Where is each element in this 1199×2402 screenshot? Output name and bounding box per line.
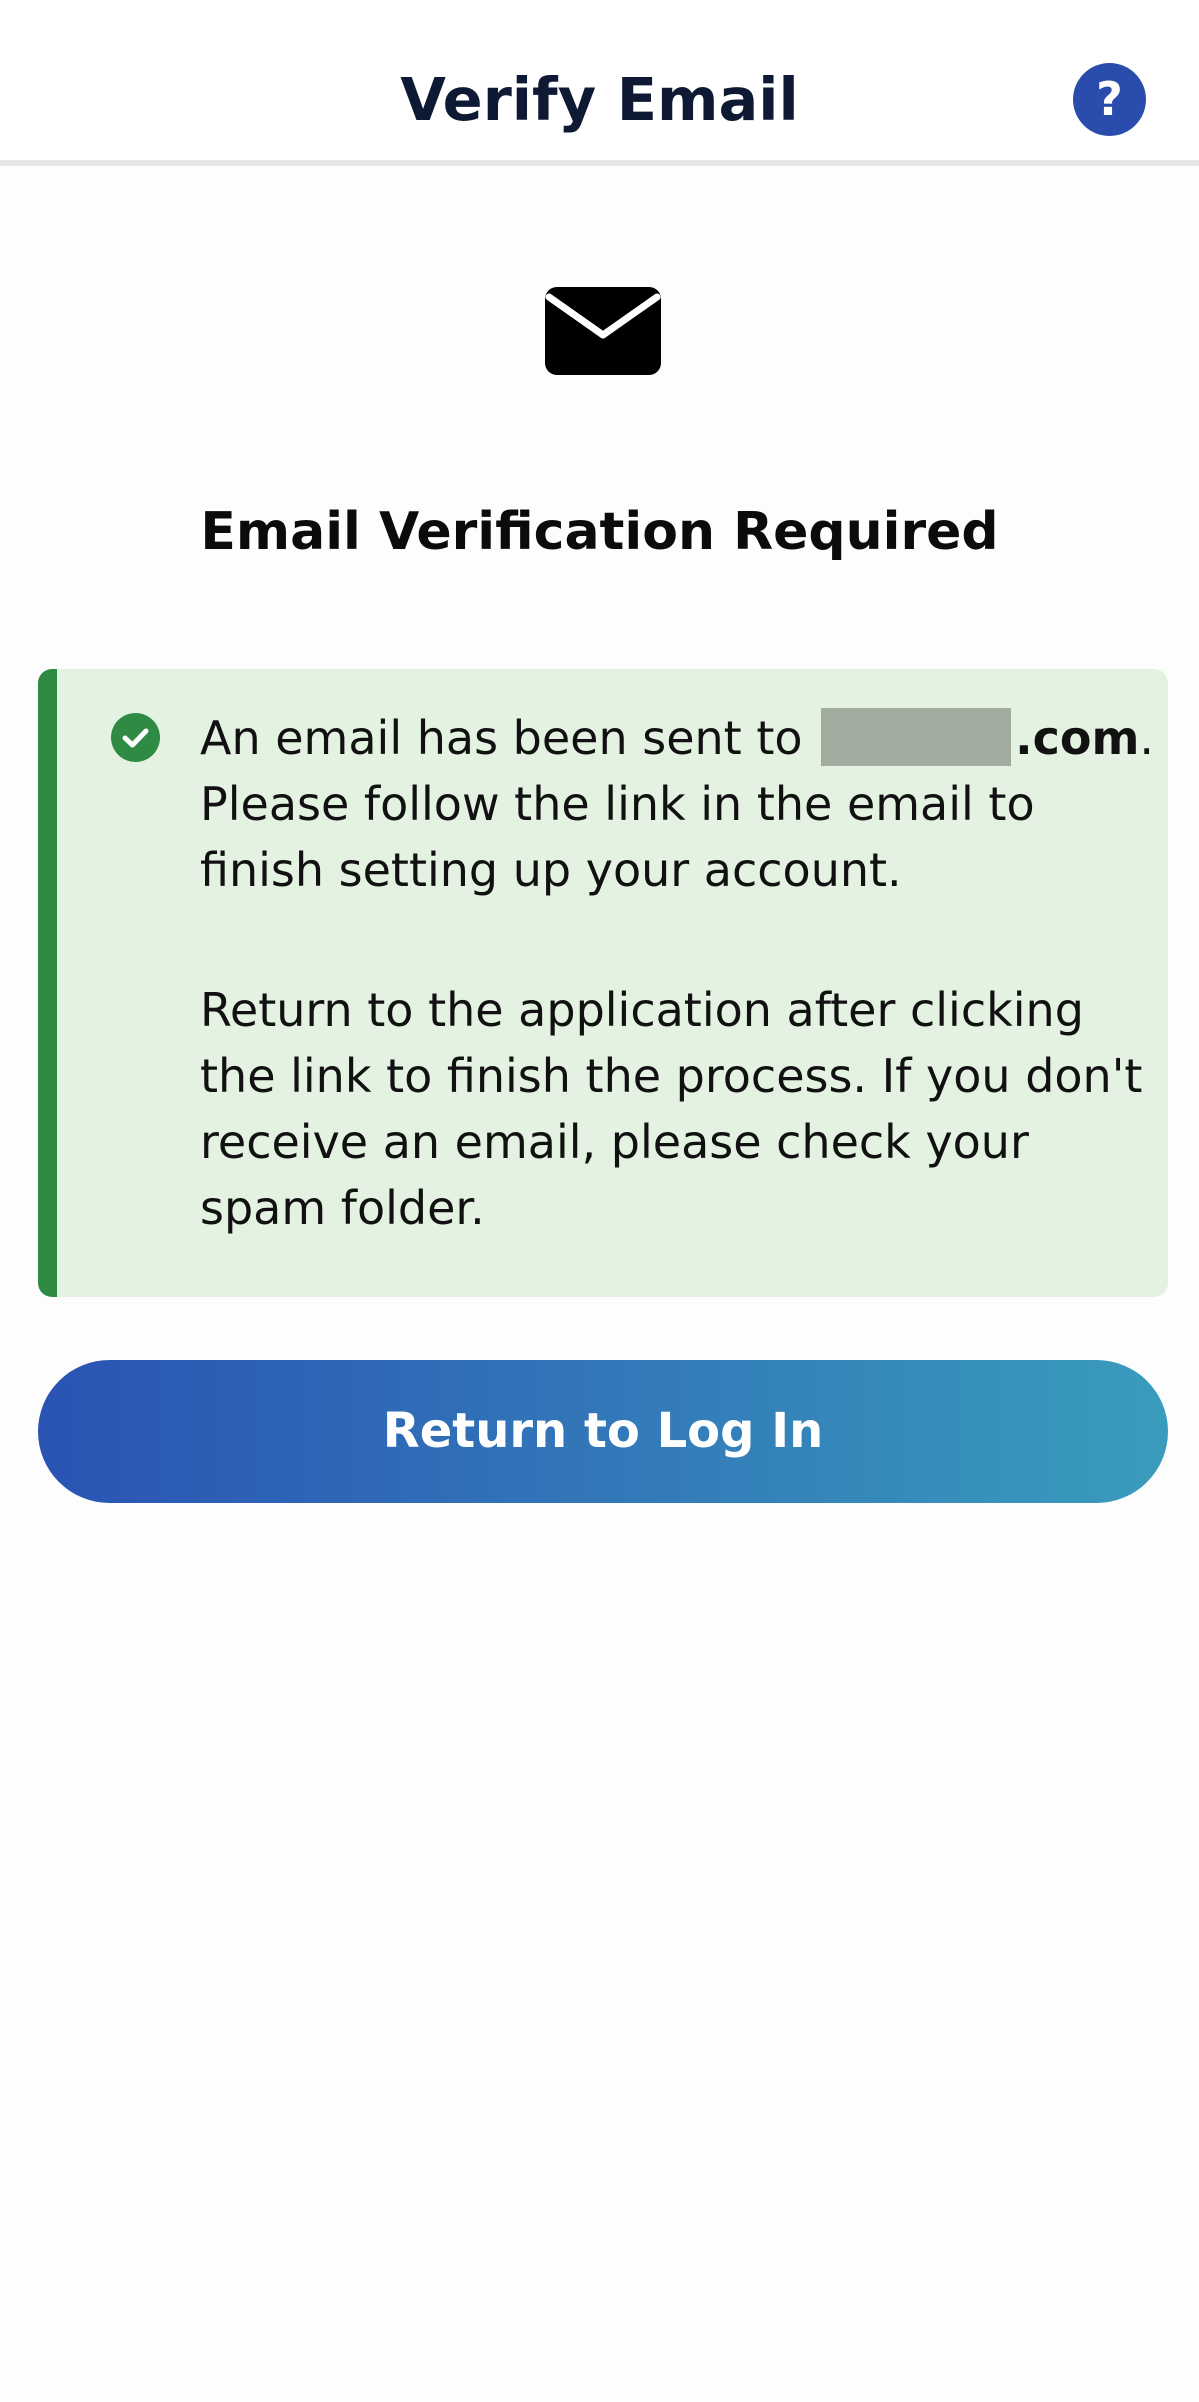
redacted-email — [821, 708, 1012, 766]
sent-prefix: An email has been sent to — [200, 711, 803, 765]
check-circle-icon — [111, 713, 160, 762]
envelope-icon — [545, 287, 661, 375]
help-icon: ? — [1096, 72, 1123, 126]
return-instructions: Return to the application after clicking… — [200, 983, 1143, 1235]
sent-line: An email has been sent to .com. — [200, 705, 1160, 771]
sent-suffix: . — [1139, 711, 1155, 765]
app-header: Verify Email ? — [0, 0, 1199, 166]
email-domain: .com — [1015, 711, 1140, 765]
follow-instructions: Please follow the link in the email to f… — [200, 777, 1035, 897]
success-alert: An email has been sent to .com. Please f… — [38, 669, 1168, 1297]
return-to-login-button[interactable]: Return to Log In — [38, 1360, 1168, 1503]
alert-message: An email has been sent to .com. Please f… — [200, 705, 1160, 1241]
verification-heading: Email Verification Required — [200, 502, 999, 562]
page-title: Verify Email — [400, 65, 799, 134]
help-button[interactable]: ? — [1073, 63, 1146, 136]
